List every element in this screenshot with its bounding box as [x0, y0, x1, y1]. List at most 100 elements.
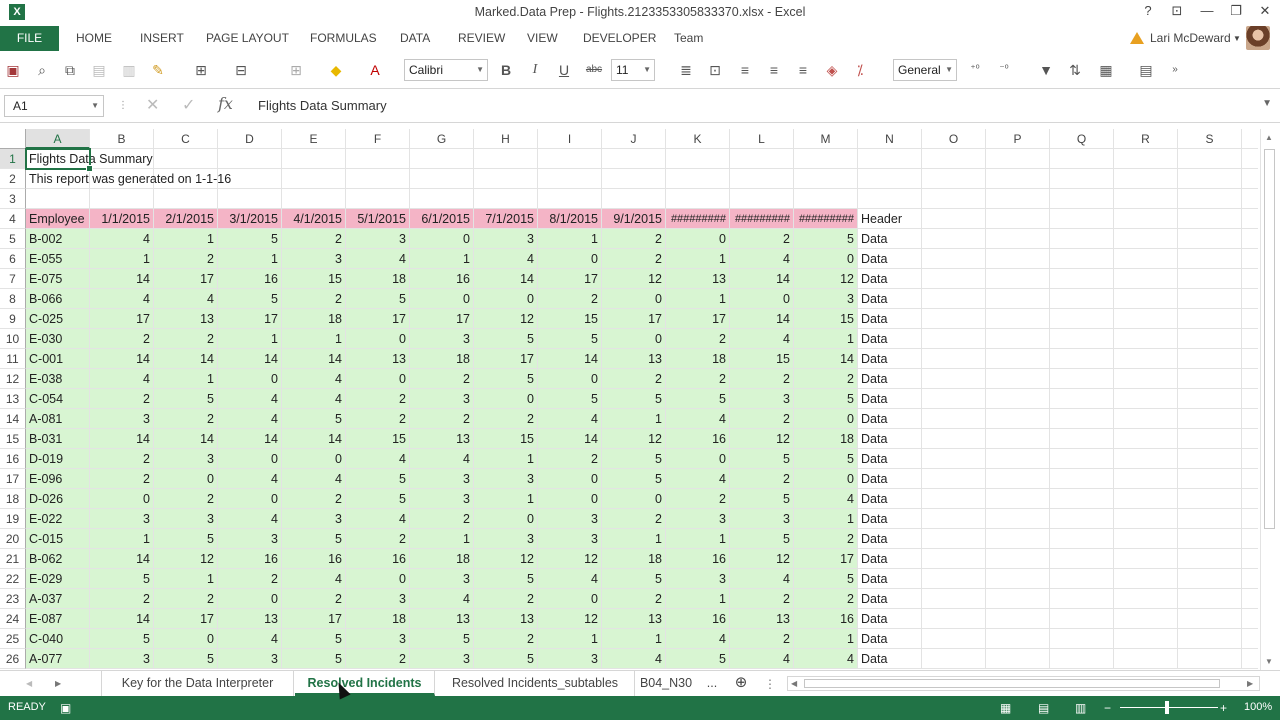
table-cell[interactable]: 3	[410, 489, 474, 509]
font-name-select[interactable]: Calibri ▼	[404, 59, 488, 81]
cell-a1[interactable]: Flights Data Summary	[26, 149, 153, 169]
row-tag-data[interactable]: Data	[858, 249, 922, 269]
normal-view-icon[interactable]: ▦	[1000, 701, 1011, 715]
table-cell[interactable]: 0	[474, 389, 538, 409]
table-cell[interactable]: 15	[730, 349, 794, 369]
table-cell[interactable]: 0	[602, 489, 666, 509]
table-cell[interactable]: 3	[90, 409, 154, 429]
table-cell[interactable]: 5	[282, 629, 346, 649]
row-tag-header[interactable]: Header	[858, 209, 922, 229]
table-cell[interactable]: 1	[794, 629, 858, 649]
column-header-b[interactable]: B	[90, 129, 154, 149]
row-header-18[interactable]: 18	[0, 489, 26, 509]
row-header-15[interactable]: 15	[0, 429, 26, 449]
table-cell[interactable]: 2	[346, 529, 410, 549]
table-cell[interactable]: 2	[218, 569, 282, 589]
table-cell[interactable]: 3	[410, 569, 474, 589]
table-cell[interactable]: 2	[794, 529, 858, 549]
table-cell[interactable]: 2	[794, 369, 858, 389]
table-cell[interactable]: 2	[282, 489, 346, 509]
table-cell[interactable]: 16	[218, 549, 282, 569]
column-header-q[interactable]: Q	[1050, 129, 1114, 149]
row-tag-data[interactable]: Data	[858, 369, 922, 389]
table-cell[interactable]: 14	[474, 269, 538, 289]
table-cell[interactable]: 5	[282, 649, 346, 669]
vertical-scrollbar[interactable]: ▲ ▼	[1260, 129, 1277, 670]
tab-insert[interactable]: INSERT	[140, 26, 184, 51]
table-cell[interactable]: 4	[90, 229, 154, 249]
row-tag-data[interactable]: Data	[858, 289, 922, 309]
underline-button[interactable]: U	[555, 61, 573, 79]
table-cell[interactable]: 2	[474, 409, 538, 429]
enter-icon[interactable]: ✓	[182, 95, 195, 117]
table-cell[interactable]: 0	[666, 229, 730, 249]
row-header-26[interactable]: 26	[0, 649, 26, 669]
align-right-icon[interactable]: ≡	[794, 61, 812, 79]
decrease-decimal-icon[interactable]: ⁻⁰	[995, 61, 1013, 79]
table-cell[interactable]: 14	[90, 269, 154, 289]
table-cell[interactable]: C-040	[26, 629, 90, 649]
table-cell[interactable]: 4	[154, 289, 218, 309]
table-cell[interactable]: 3	[218, 529, 282, 549]
row-tag-data[interactable]: Data	[858, 409, 922, 429]
table-cell[interactable]: 2	[154, 409, 218, 429]
table-cell[interactable]: 0	[794, 249, 858, 269]
table-cell[interactable]: 1	[538, 229, 602, 249]
table-cell[interactable]: 13	[602, 349, 666, 369]
header-cell-f[interactable]: 5/1/2015	[346, 209, 410, 229]
zoom-slider[interactable]	[1120, 707, 1218, 708]
table-cell[interactable]: 14	[90, 429, 154, 449]
row-header-22[interactable]: 22	[0, 569, 26, 589]
row-tag-data[interactable]: Data	[858, 529, 922, 549]
table-cell[interactable]: 15	[474, 429, 538, 449]
table-cell[interactable]: 4	[730, 649, 794, 669]
table-cell[interactable]: 18	[602, 549, 666, 569]
column-header-g[interactable]: G	[410, 129, 474, 149]
table-cell[interactable]: 3	[410, 649, 474, 669]
conditional-format-icon[interactable]: ▦	[1097, 61, 1115, 79]
table-cell[interactable]: 18	[410, 549, 474, 569]
table-cell[interactable]: 0	[538, 249, 602, 269]
warning-icon[interactable]	[1130, 32, 1144, 44]
table-cell[interactable]: 4	[90, 289, 154, 309]
table-cell[interactable]: 2	[282, 589, 346, 609]
row-header-24[interactable]: 24	[0, 609, 26, 629]
table-cell[interactable]: E-055	[26, 249, 90, 269]
fill-color-icon[interactable]: ◆	[327, 61, 345, 79]
table-cell[interactable]: 14	[154, 429, 218, 449]
table-cell[interactable]: 4	[730, 329, 794, 349]
row-tag-data[interactable]: Data	[858, 389, 922, 409]
row-header-7[interactable]: 7	[0, 269, 26, 289]
column-header-e[interactable]: E	[282, 129, 346, 149]
row-tag-data[interactable]: Data	[858, 589, 922, 609]
paste-special-icon[interactable]: ▥	[120, 61, 138, 79]
cell-a2[interactable]: This report was generated on 1-1-16	[26, 169, 231, 189]
table-cell[interactable]: 5	[154, 529, 218, 549]
table-cell[interactable]: 3	[474, 469, 538, 489]
table-cell[interactable]: 12	[794, 269, 858, 289]
minimize-button[interactable]: —	[1196, 3, 1218, 18]
scroll-up-icon[interactable]: ▲	[1265, 133, 1273, 142]
table-cell[interactable]: 3	[730, 389, 794, 409]
row-header-14[interactable]: 14	[0, 409, 26, 429]
font-color-icon[interactable]: A	[366, 61, 384, 79]
table-cell[interactable]: 13	[218, 609, 282, 629]
table-cell[interactable]: 16	[666, 609, 730, 629]
table-cell[interactable]: 1	[666, 249, 730, 269]
column-header-i[interactable]: I	[538, 129, 602, 149]
sheet-tab-key[interactable]: Key for the Data Interpreter	[101, 671, 294, 696]
table-cell[interactable]: 5	[730, 529, 794, 549]
table-cell[interactable]: 2	[154, 489, 218, 509]
increase-decimal-icon[interactable]: ⁺⁰	[966, 61, 984, 79]
header-cell-j[interactable]: 9/1/2015	[602, 209, 666, 229]
table-cell[interactable]: 14	[282, 429, 346, 449]
table-cell[interactable]: 5	[730, 489, 794, 509]
table-cell[interactable]: E-022	[26, 509, 90, 529]
help-button[interactable]: ?	[1137, 3, 1159, 18]
table-cell[interactable]: 12	[730, 549, 794, 569]
table-cell[interactable]: 4	[346, 249, 410, 269]
table-cell[interactable]: 3	[90, 649, 154, 669]
table-cell[interactable]: 4	[90, 369, 154, 389]
align-left-icon[interactable]: ≡	[736, 61, 754, 79]
tab-file[interactable]: FILE	[0, 26, 59, 51]
